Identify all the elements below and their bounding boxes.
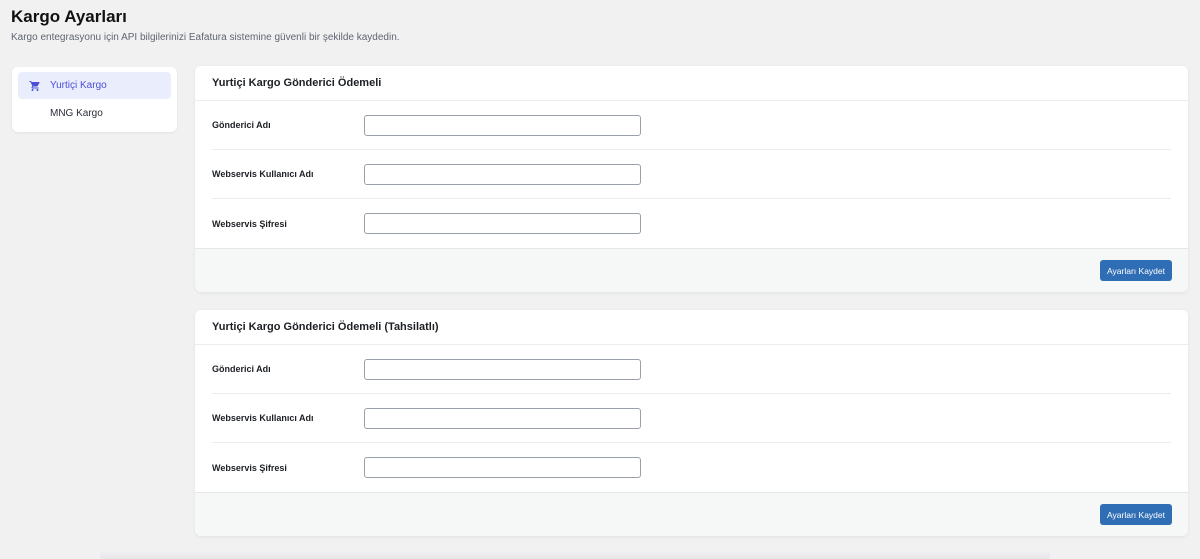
webservice-username-input[interactable] [364,407,641,429]
settings-card-gonderici-odemeli-tahsilatli: Yurtiçi Kargo Gönderici Ödemeli (Tahsila… [195,310,1188,536]
sidebar: Yurtiçi Kargo MNG Kargo [12,67,177,132]
sidebar-item-label: Yurtiçi Kargo [50,80,107,91]
field-label: Webservis Kullanıcı Adı [212,169,314,179]
card-title: Yurtiçi Kargo Gönderici Ödemeli [195,66,1188,101]
form-row: Webservis Şifresi [212,443,1171,492]
card-footer: Ayarları Kaydet [195,248,1188,292]
page-header: Kargo Ayarları Kargo entegrasyonu için A… [11,6,400,45]
card-title: Yurtiçi Kargo Gönderici Ödemeli (Tahsila… [195,310,1188,345]
card-body: Gönderici Adı Webservis Kullanıcı Adı We… [195,345,1188,492]
field-label: Gönderici Adı [212,364,271,374]
card-footer: Ayarları Kaydet [195,492,1188,536]
form-row: Gönderici Adı [212,345,1171,394]
card-body: Gönderici Adı Webservis Kullanıcı Adı We… [195,101,1188,248]
save-settings-button[interactable]: Ayarları Kaydet [1100,504,1172,525]
page-title: Kargo Ayarları [11,7,127,26]
sender-name-input[interactable] [364,358,641,380]
webservice-password-input[interactable] [364,213,641,234]
form-row: Webservis Şifresi [212,199,1171,248]
settings-card-gonderici-odemeli: Yurtiçi Kargo Gönderici Ödemeli Gönderic… [195,66,1188,292]
sidebar-item-yurtici-kargo[interactable]: Yurtiçi Kargo [18,72,171,99]
field-label: Webservis Şifresi [212,218,287,229]
cart-icon [28,79,42,93]
field-label: Gönderici Adı [212,120,271,130]
field-label: Webservis Şifresi [212,462,287,473]
save-settings-button[interactable]: Ayarları Kaydet [1100,260,1172,281]
webservice-username-input[interactable] [364,163,641,185]
page-bottom-shadow [100,550,1050,559]
sidebar-item-label: MNG Kargo [50,108,103,119]
sidebar-item-mng-kargo[interactable]: MNG Kargo [18,100,171,127]
sender-name-input[interactable] [364,114,641,136]
form-row: Webservis Kullanıcı Adı [212,150,1171,199]
form-row: Webservis Kullanıcı Adı [212,394,1171,443]
form-row: Gönderici Adı [212,101,1171,150]
field-label: Webservis Kullanıcı Adı [212,413,314,423]
webservice-password-input[interactable] [364,457,641,478]
page-subtitle: Kargo entegrasyonu için API bilgileriniz… [11,32,400,43]
